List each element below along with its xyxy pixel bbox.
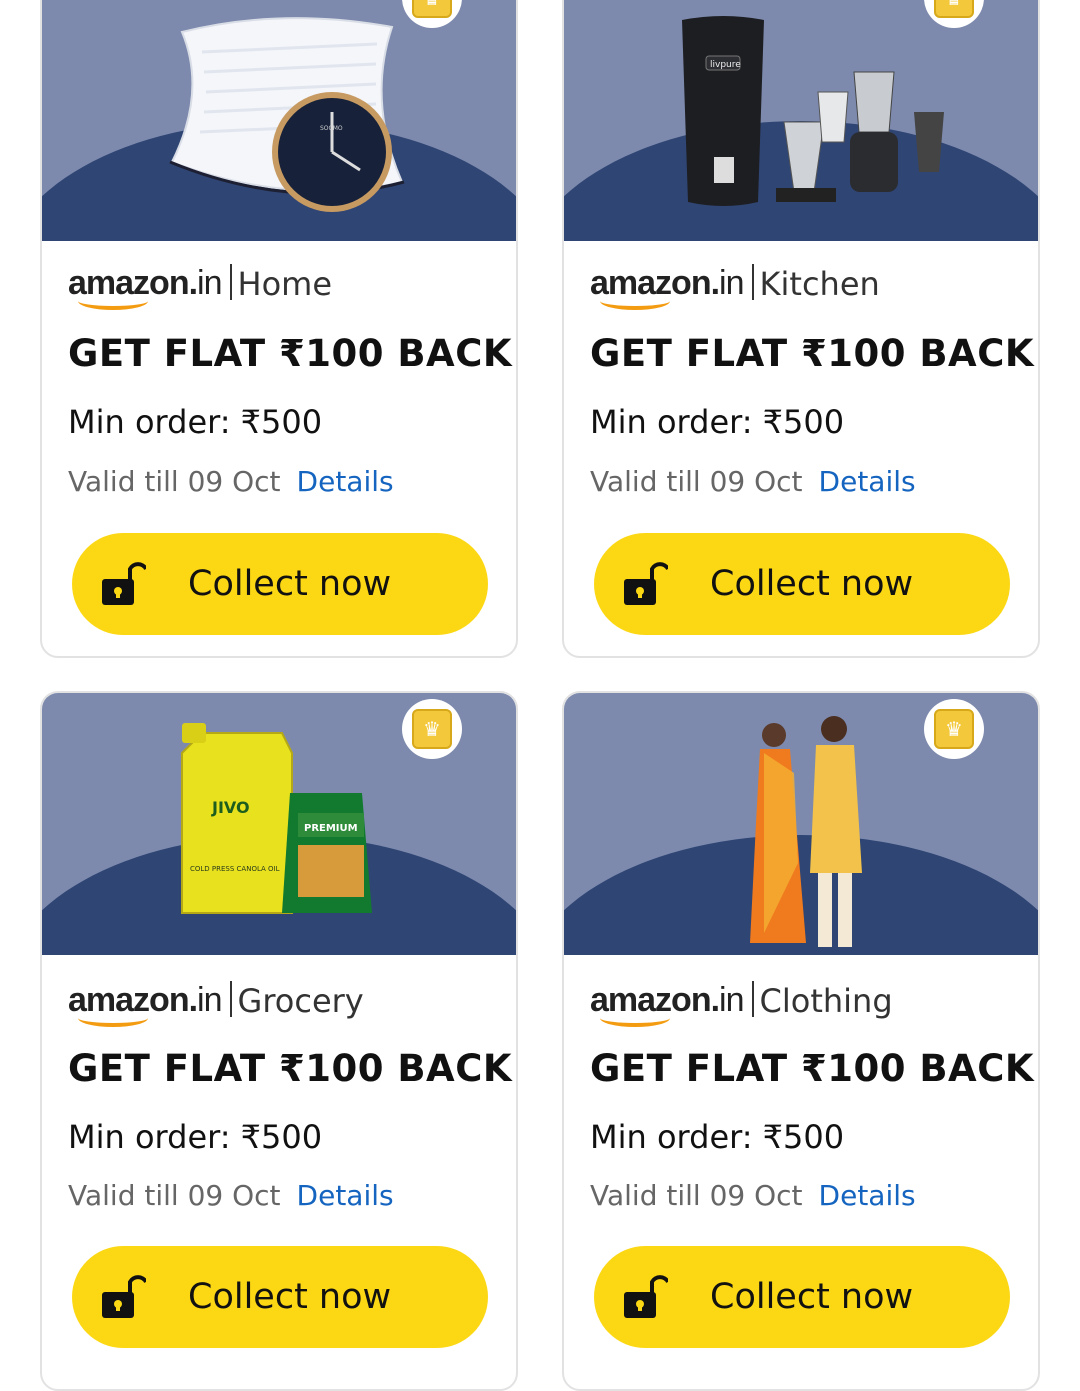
hero-image: ♛ [564, 693, 1038, 955]
valid-text: Valid till 09 Oct [590, 465, 803, 498]
svg-text:PREMIUM: PREMIUM [304, 823, 358, 834]
coupon-card-kitchen[interactable]: livpure ♛ amazon.in Kitchen GET FLAT ₹10… [562, 0, 1040, 658]
brand-logo: amazon.in Grocery [68, 981, 364, 1027]
svg-text:COLD PRESS CANOLA OIL: COLD PRESS CANOLA OIL [190, 865, 280, 873]
hero-image: SOCMO ♛ [42, 0, 516, 241]
brand-logo: amazon.in Kitchen [590, 264, 880, 310]
oil-tea-image: JIVO COLD PRESS CANOLA OIL PREMIUM [181, 723, 372, 914]
category-label: Grocery [237, 982, 364, 1020]
details-link[interactable]: Details [297, 465, 394, 498]
valid-text: Valid till 09 Oct [590, 1179, 803, 1212]
coupon-card-grocery[interactable]: JIVO COLD PRESS CANOLA OIL PREMIUM ♛ ama… [40, 691, 518, 1391]
button-label: Collect now [710, 1277, 914, 1317]
button-label: Collect now [710, 564, 914, 604]
category-label: Clothing [759, 982, 893, 1020]
min-order: Min order: ₹500 [68, 1118, 323, 1156]
min-order: Min order: ₹500 [590, 403, 845, 441]
unlock-icon [624, 1275, 668, 1318]
crown-badge-icon: ♛ [402, 699, 462, 759]
category-label: Kitchen [759, 265, 880, 303]
validity: Valid till 09 Oct Details [590, 1179, 916, 1212]
unlock-icon [102, 562, 146, 605]
details-link[interactable]: Details [297, 1179, 394, 1212]
collect-now-button[interactable]: Collect now [72, 533, 488, 635]
purifier-mixer-image: livpure [682, 16, 944, 206]
validity: Valid till 09 Oct Details [68, 1179, 394, 1212]
offer-title: GET FLAT ₹100 BACK [68, 1047, 513, 1090]
collect-now-button[interactable]: Collect now [594, 533, 1010, 635]
unlock-icon [102, 1275, 146, 1318]
crown-badge-icon: ♛ [924, 699, 984, 759]
svg-text:livpure: livpure [710, 60, 741, 70]
unlock-icon [624, 562, 668, 605]
hero-image: livpure ♛ [564, 0, 1038, 241]
details-link[interactable]: Details [819, 1179, 916, 1212]
button-label: Collect now [188, 1277, 392, 1317]
offer-title: GET FLAT ₹100 BACK [590, 1047, 1035, 1090]
validity: Valid till 09 Oct Details [68, 465, 394, 498]
category-label: Home [237, 265, 333, 303]
min-order: Min order: ₹500 [68, 403, 323, 441]
brand-logo: amazon.in Clothing [590, 981, 893, 1027]
couple-clothing-image [750, 716, 862, 947]
svg-text:SOCMO: SOCMO [320, 125, 343, 132]
svg-text:JIVO: JIVO [211, 798, 250, 817]
collect-now-button[interactable]: Collect now [594, 1246, 1010, 1348]
details-link[interactable]: Details [819, 465, 916, 498]
valid-text: Valid till 09 Oct [68, 1179, 281, 1212]
hero-image: JIVO COLD PRESS CANOLA OIL PREMIUM ♛ [42, 693, 516, 955]
offer-title: GET FLAT ₹100 BACK [68, 332, 513, 375]
button-label: Collect now [188, 564, 392, 604]
valid-text: Valid till 09 Oct [68, 465, 281, 498]
offer-title: GET FLAT ₹100 BACK [590, 332, 1035, 375]
coupon-card-clothing[interactable]: ♛ amazon.in Clothing GET FLAT ₹100 BACK … [562, 691, 1040, 1391]
coupon-card-home[interactable]: SOCMO ♛ amazon.in Home GET FLAT ₹100 BAC… [40, 0, 518, 658]
pillow-clock-image: SOCMO [169, 17, 405, 212]
collect-now-button[interactable]: Collect now [72, 1246, 488, 1348]
brand-logo: amazon.in Home [68, 264, 333, 310]
validity: Valid till 09 Oct Details [590, 465, 916, 498]
min-order: Min order: ₹500 [590, 1118, 845, 1156]
